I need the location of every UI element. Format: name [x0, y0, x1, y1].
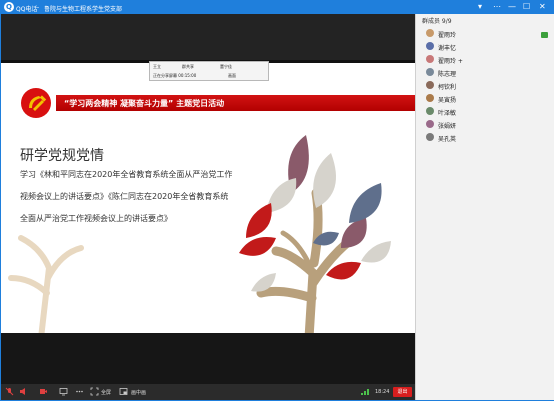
member-item[interactable]: 柯钦利: [422, 80, 550, 91]
banner-text: “学习两会精神 凝聚奋斗力量” 主题党日活动: [64, 99, 225, 108]
share-status: 正在分享屏幕 00:15:00: [153, 73, 197, 78]
call-duration: 18:24: [375, 389, 390, 395]
maximize-button[interactable]: ☐: [523, 2, 530, 12]
camera-off-icon[interactable]: [39, 387, 48, 396]
tree-illustration: [239, 135, 391, 333]
video-bottom-area: [1, 333, 415, 384]
slide-line-1: 学习《林和平同志在2020年全省教育系统全面从严治党工作: [20, 170, 233, 179]
more-options-icon[interactable]: [75, 387, 84, 396]
speaker-icon[interactable]: [19, 387, 28, 396]
member-panel: 群成员 9/9 翟雨玲 谢丰忆 翟雨玲 + 陈志理 柯钦利 吴寅扬 叶泽敏 张娟…: [415, 14, 554, 400]
screen-share-icon[interactable]: [59, 387, 68, 396]
dropdown-icon[interactable]: ▾: [478, 2, 482, 12]
avatar: [426, 68, 434, 76]
title-separator: -: [37, 4, 40, 11]
fullscreen-icon[interactable]: [90, 387, 99, 396]
avatar: [426, 81, 434, 89]
slide-line-2: 视频会议上的讲话要点》《陈仁同志在2020年全省教育系统: [20, 192, 229, 201]
close-button[interactable]: ✕: [539, 2, 546, 12]
member-item[interactable]: 翟雨玲 +: [422, 54, 550, 65]
toolbar-view[interactable]: 画面: [228, 73, 236, 79]
member-item[interactable]: 叶泽敏: [422, 106, 550, 117]
signal-strength-icon: [361, 389, 369, 395]
member-name: 翟雨玲: [438, 32, 457, 39]
avatar: [426, 29, 434, 37]
avatar: [426, 133, 434, 141]
avatar: [426, 42, 434, 50]
member-count: 群成员 9/9: [422, 18, 452, 25]
avatar: [426, 94, 434, 102]
shared-screen[interactable]: “学习两会精神 凝聚奋斗力量” 主题党日活动 研学党规党情 学习《林和平同志在2…: [1, 63, 415, 333]
toolbar-item-1[interactable]: 王立: [153, 64, 161, 70]
exit-button[interactable]: 退出: [393, 387, 412, 397]
avatar: [426, 120, 434, 128]
left-tree-illustration: [8, 235, 84, 333]
member-name: 翟雨玲 +: [438, 58, 463, 65]
minimize-button[interactable]: —: [508, 2, 516, 12]
picture-in-picture-icon[interactable]: [119, 387, 128, 396]
member-name: 叶泽敏: [438, 110, 457, 117]
member-name: 柯钦利: [438, 84, 457, 91]
group-name: 鲁院与生物工程系学生党支部: [44, 6, 123, 13]
call-control-bar: 全屏 画中画 18:24 退出: [1, 384, 415, 400]
member-item[interactable]: 吴孔英: [422, 132, 550, 143]
avatar: [426, 107, 434, 115]
slide-heading: 研学党规党情: [20, 148, 104, 164]
fullscreen-label[interactable]: 全屏: [101, 389, 111, 396]
member-name: 吴孔英: [438, 136, 457, 143]
member-item[interactable]: 谢丰忆: [422, 41, 550, 52]
mic-muted-icon[interactable]: [5, 387, 14, 396]
party-emblem-icon: [21, 88, 51, 118]
title-banner: “学习两会精神 凝聚奋斗力量” 主题党日活动: [56, 95, 415, 111]
member-name: 吴寅扬: [438, 97, 457, 104]
more-icon[interactable]: ⋯: [493, 2, 501, 12]
toolbar-item-3[interactable]: 董宁佳: [220, 64, 232, 70]
member-name: 陈志理: [438, 71, 457, 78]
picture-in-picture-label[interactable]: 画中画: [131, 389, 146, 396]
title-bar: Q QQ电话 - 鲁院与生物工程系学生党支部 ▾ ⋯ — ☐ ✕: [0, 0, 554, 14]
avatar: [426, 55, 434, 63]
member-name: 谢丰忆: [438, 45, 457, 52]
member-item[interactable]: 吴寅扬: [422, 93, 550, 104]
member-name: 张娟妍: [438, 123, 457, 130]
toolbar-item-2[interactable]: 群共享: [182, 64, 194, 70]
screen-share-toolbar[interactable]: 王立 群共享 董宁佳 正在分享屏幕 00:15:00 画面: [149, 61, 269, 81]
member-item[interactable]: 翟雨玲: [422, 28, 550, 39]
qq-logo-icon: Q: [4, 2, 14, 12]
app-name: QQ电话: [16, 6, 38, 13]
member-item[interactable]: 陈志理: [422, 67, 550, 78]
member-item[interactable]: 张娟妍: [422, 119, 550, 130]
